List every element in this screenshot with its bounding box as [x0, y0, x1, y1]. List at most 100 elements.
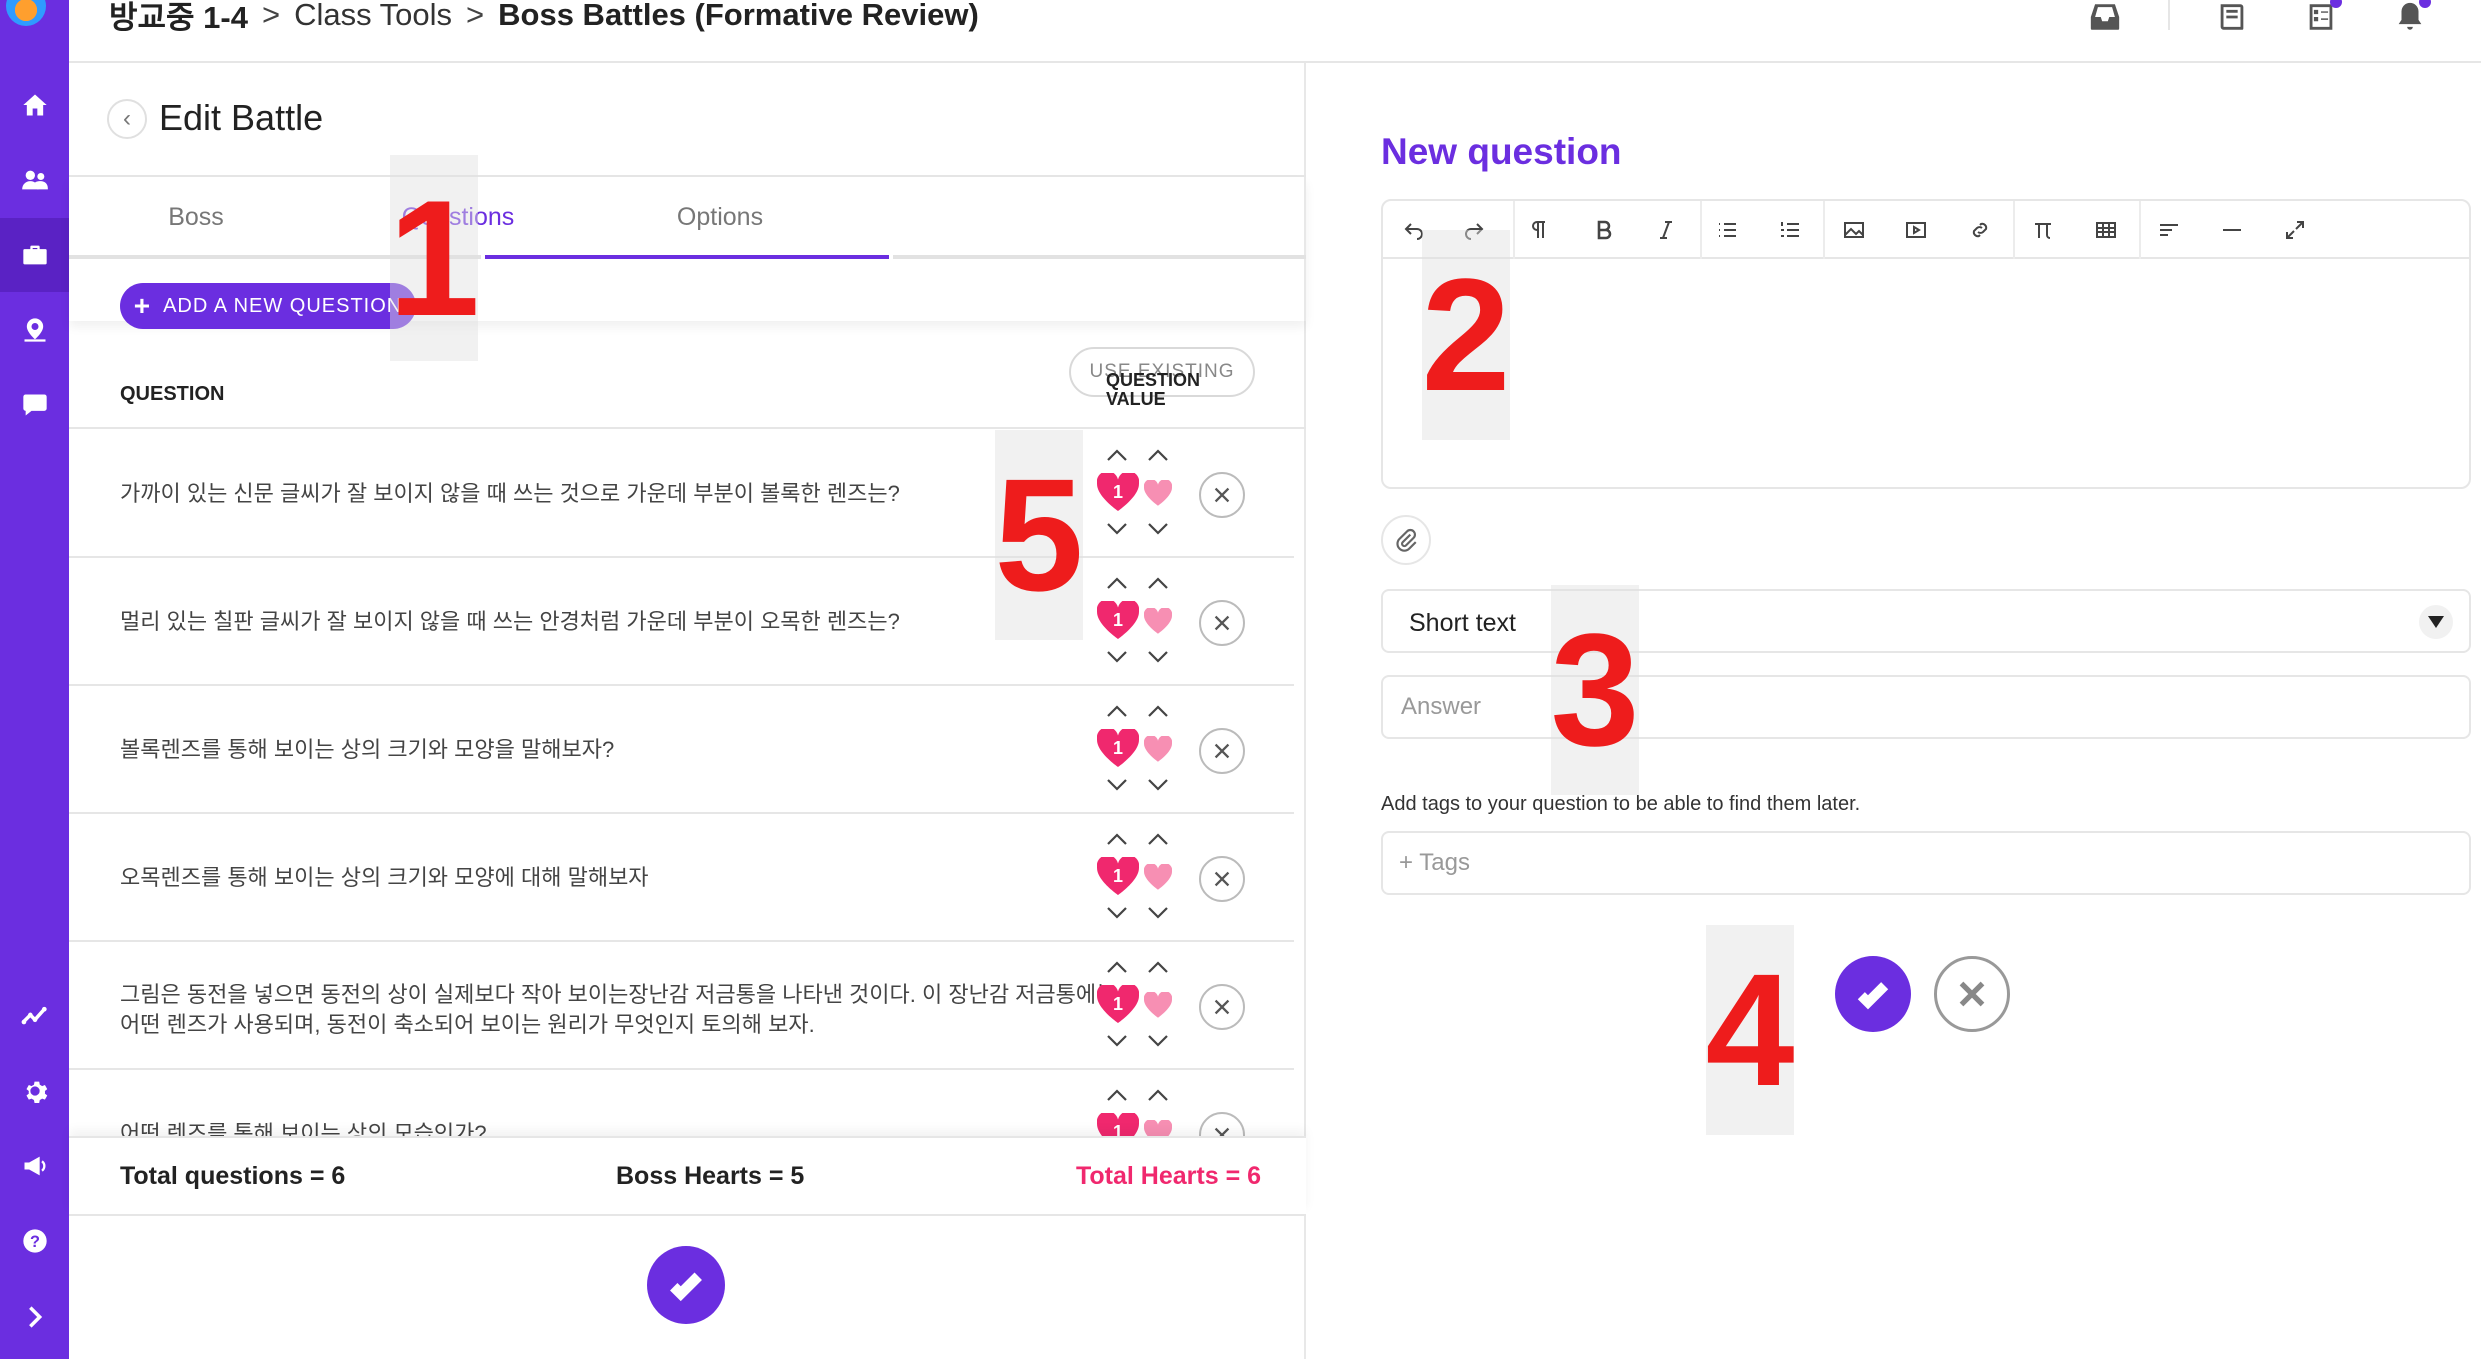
confirm-question-button[interactable]: [1835, 956, 1911, 1032]
answer-type-select[interactable]: Short text: [1381, 589, 2471, 653]
save-battle-button[interactable]: [647, 1246, 725, 1324]
table-row[interactable]: 가까이 있는 신문 글씨가 잘 보이지 않을 때 쓰는 것으로 가운데 부분이 …: [69, 431, 1294, 558]
chevron-up-icon[interactable]: [1105, 959, 1129, 975]
chevron-down-icon[interactable]: [1105, 905, 1129, 921]
chevron-up-icon[interactable]: [1105, 1087, 1129, 1103]
breadcrumb-class[interactable]: 방교중 1-4: [109, 0, 248, 37]
chevron-down-icon[interactable]: [1105, 649, 1129, 665]
table-row[interactable]: 볼록렌즈를 통해 보이는 상의 크기와 모양을 말해보자? 1: [69, 687, 1294, 814]
align-icon[interactable]: [2152, 213, 2186, 247]
chevron-up-icon[interactable]: [1146, 1087, 1170, 1103]
sidebar: ?: [0, 0, 69, 1359]
chevron-up-icon[interactable]: [1146, 575, 1170, 591]
fullscreen-icon[interactable]: [2278, 213, 2312, 247]
inbox-icon[interactable]: [2088, 0, 2122, 34]
chevron-up-icon[interactable]: [1105, 831, 1129, 847]
question-text[interactable]: 어떤 렌즈를 통해 보이는 상의 모습인가?: [120, 1119, 1130, 1136]
bullet-list-icon[interactable]: [1710, 213, 1744, 247]
chevron-up-icon[interactable]: [1146, 447, 1170, 463]
table-row[interactable]: 오목렌즈를 통해 보이는 상의 크기와 모양에 대해 말해보자 1: [69, 815, 1294, 942]
chevron-up-icon[interactable]: [1105, 447, 1129, 463]
journal-icon[interactable]: [2215, 0, 2249, 34]
new-question-title: New question: [1381, 131, 1622, 172]
delete-question-button[interactable]: [1199, 472, 1245, 518]
caret-down-icon: [2419, 605, 2453, 639]
close-icon: [1959, 981, 1985, 1007]
briefcase-icon[interactable]: [0, 218, 69, 292]
chevron-up-icon[interactable]: [1146, 831, 1170, 847]
tags-input[interactable]: [1381, 831, 2471, 895]
numbered-list-icon[interactable]: [1773, 213, 1807, 247]
question-text[interactable]: 그림은 동전을 넣으면 동전의 상이 실제보다 작아 보이는장난감 저금통을 나…: [120, 980, 1130, 1040]
breadcrumb-section[interactable]: Class Tools: [294, 0, 452, 33]
home-icon[interactable]: [0, 68, 69, 142]
battle-tabs: Boss Questions Options + ADD A NEW QUEST…: [69, 177, 1306, 397]
pi-icon[interactable]: [2026, 213, 2060, 247]
paragraph-icon[interactable]: [1523, 213, 1557, 247]
cancel-question-button[interactable]: [1934, 956, 2010, 1032]
chevron-up-icon[interactable]: [1146, 703, 1170, 719]
chevron-up-icon[interactable]: [1146, 959, 1170, 975]
chevron-up-icon[interactable]: [1105, 575, 1129, 591]
toolbar-divider: [2139, 201, 2141, 259]
add-question-button[interactable]: + ADD A NEW QUESTION: [120, 283, 416, 329]
table-row[interactable]: 그림은 동전을 넣으면 동전의 상이 실제보다 작아 보이는장난감 저금통을 나…: [69, 943, 1294, 1070]
breadcrumb-page: Boss Battles (Formative Review): [498, 0, 979, 32]
table-icon[interactable]: [2089, 213, 2123, 247]
chevron-down-icon[interactable]: [1146, 521, 1170, 537]
question-text[interactable]: 볼록렌즈를 통해 보이는 상의 크기와 모양을 말해보자?: [120, 735, 1130, 765]
tab-boss[interactable]: Boss: [69, 177, 323, 257]
heart-icon: 1: [1096, 855, 1140, 895]
chevron-up-icon[interactable]: [1105, 703, 1129, 719]
delete-question-button[interactable]: [1199, 728, 1245, 774]
question-text[interactable]: 멀리 있는 칠판 글씨가 잘 보이지 않을 때 쓰는 안경처럼 가운데 부분이 …: [120, 607, 1130, 637]
heart-icon: 1: [1096, 599, 1140, 639]
chevron-down-icon[interactable]: [1105, 777, 1129, 793]
expand-icon[interactable]: [0, 1280, 69, 1354]
bold-icon[interactable]: [1587, 213, 1621, 247]
question-value: 1: [1112, 609, 1123, 630]
chevron-down-icon[interactable]: [1146, 1033, 1170, 1049]
tab-options[interactable]: Options: [593, 177, 847, 257]
chevron-down-icon[interactable]: [1105, 1033, 1129, 1049]
chevron-down-icon[interactable]: [1146, 777, 1170, 793]
image-icon[interactable]: [1837, 213, 1871, 247]
delete-question-button[interactable]: [1199, 1112, 1245, 1136]
annotation-marker: 5: [995, 430, 1084, 640]
attach-file-button[interactable]: [1381, 515, 1431, 565]
settings-icon[interactable]: [0, 1054, 69, 1128]
checklist-icon[interactable]: [2304, 0, 2342, 34]
tab-indicator: [893, 255, 1306, 259]
question-editor[interactable]: [1381, 199, 2471, 489]
app-logo[interactable]: [6, 0, 46, 26]
bell-icon[interactable]: [2393, 0, 2431, 34]
users-icon[interactable]: [0, 143, 69, 217]
delete-question-button[interactable]: [1199, 856, 1245, 902]
toolbar-divider: [1513, 201, 1515, 259]
analytics-icon[interactable]: [0, 978, 69, 1052]
chevron-down-icon[interactable]: [1146, 905, 1170, 921]
question-text[interactable]: 가까이 있는 신문 글씨가 잘 보이지 않을 때 쓰는 것으로 가운데 부분이 …: [120, 479, 1130, 509]
megaphone-icon[interactable]: [0, 1129, 69, 1203]
svg-text:?: ?: [30, 1233, 40, 1251]
link-icon[interactable]: [1963, 213, 1997, 247]
horizontal-rule-icon[interactable]: [2215, 213, 2249, 247]
question-text[interactable]: 오목렌즈를 통해 보이는 상의 크기와 모양에 대해 말해보자: [120, 863, 1130, 893]
total-hearts: Total Hearts = 6: [1076, 1162, 1262, 1190]
chevron-down-icon[interactable]: [1146, 649, 1170, 665]
answer-input[interactable]: [1381, 675, 2471, 739]
video-icon[interactable]: [1899, 213, 1933, 247]
table-row[interactable]: 멀리 있는 칠판 글씨가 잘 보이지 않을 때 쓰는 안경처럼 가운데 부분이 …: [69, 559, 1294, 686]
italic-icon[interactable]: [1649, 213, 1683, 247]
toolbar-divider: [1700, 201, 1702, 259]
chat-icon[interactable]: [0, 368, 69, 442]
map-pin-icon[interactable]: [0, 293, 69, 367]
check-icon: [1857, 982, 1889, 1010]
delete-question-button[interactable]: [1199, 984, 1245, 1030]
delete-question-button[interactable]: [1199, 600, 1245, 646]
toolbar-divider: [1823, 201, 1825, 259]
help-icon[interactable]: ?: [0, 1204, 69, 1278]
table-row[interactable]: 어떤 렌즈를 통해 보이는 상의 모습인가? 1: [69, 1071, 1294, 1136]
back-button[interactable]: ‹: [107, 99, 147, 139]
chevron-down-icon[interactable]: [1105, 521, 1129, 537]
